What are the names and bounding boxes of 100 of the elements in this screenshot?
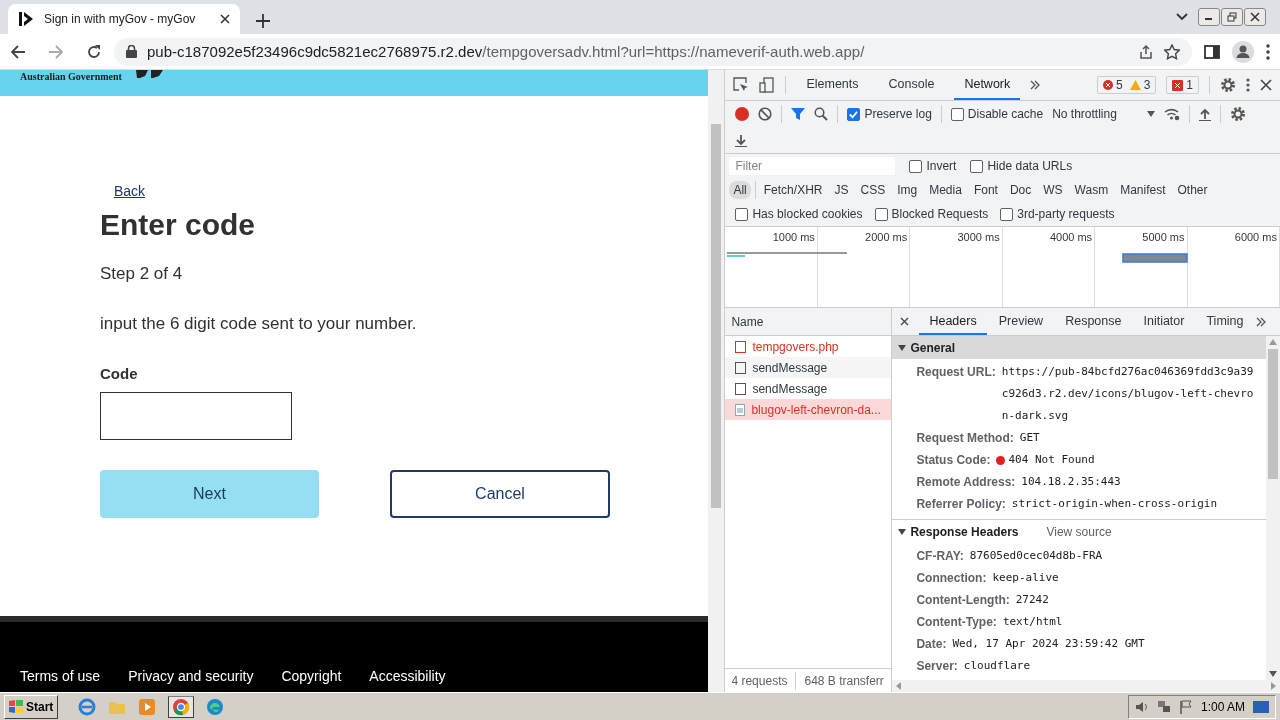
type-filter-chip[interactable]: Doc <box>1005 181 1036 199</box>
checkbox[interactable] <box>970 159 984 173</box>
network-icon[interactable] <box>1156 699 1171 714</box>
star-icon[interactable] <box>1164 43 1180 60</box>
header-name: Content-Length: <box>916 592 1010 609</box>
checkbox[interactable] <box>909 159 923 173</box>
type-filter-chip[interactable]: CSS <box>856 181 890 199</box>
flag-icon[interactable] <box>1178 699 1193 714</box>
more-menu-icon[interactable] <box>1266 43 1270 60</box>
filter-icon[interactable] <box>791 107 806 121</box>
footer-link[interactable]: Copyright <box>281 668 342 684</box>
search-icon[interactable] <box>814 107 829 121</box>
upload-icon[interactable] <box>1198 107 1211 121</box>
throttling-dropdown[interactable]: No throttling <box>1052 107 1155 121</box>
chevron-down-icon[interactable] <box>1176 13 1188 21</box>
close-icon[interactable] <box>1260 79 1272 91</box>
type-filter-chip[interactable]: Wasm <box>1070 181 1113 199</box>
close-button[interactable] <box>1244 8 1266 26</box>
checkbox[interactable] <box>735 207 749 221</box>
browser-e-icon[interactable] <box>78 697 97 716</box>
cancel-button[interactable]: Cancel <box>390 470 610 518</box>
reload-icon[interactable] <box>86 43 102 60</box>
type-filter-chip[interactable]: Media <box>925 181 966 199</box>
side-panel-icon[interactable] <box>1204 43 1220 60</box>
device-icon[interactable] <box>759 77 776 93</box>
crest-icon <box>135 70 164 78</box>
new-tab-icon[interactable] <box>256 14 270 28</box>
section-title[interactable]: Response Headers <box>910 524 1019 539</box>
back-link[interactable]: Back <box>114 183 146 199</box>
speaker-icon[interactable] <box>1134 699 1149 714</box>
wifi-settings-icon[interactable] <box>1163 107 1180 121</box>
detail-tab[interactable]: Initiator <box>1133 308 1195 335</box>
request-count: 4 requests <box>731 673 788 688</box>
header-name: Date: <box>916 636 947 653</box>
share-icon[interactable] <box>1138 43 1154 60</box>
footer-link[interactable]: Accessibility <box>369 668 446 684</box>
request-row[interactable]: sendMessage <box>725 357 892 378</box>
request-row[interactable]: blugov-left-chevron-da... <box>725 399 892 420</box>
expand-triangle-icon[interactable] <box>898 343 907 352</box>
detail-tab[interactable]: Response <box>1055 308 1132 335</box>
type-filter-chip[interactable]: Font <box>969 181 1002 199</box>
close-icon[interactable] <box>900 317 910 326</box>
minimize-button[interactable] <box>1198 8 1220 26</box>
inspect-icon[interactable] <box>733 77 750 93</box>
close-icon <box>1250 12 1260 22</box>
record-icon[interactable] <box>735 107 750 121</box>
devtools-tab[interactable]: Elements <box>796 70 869 100</box>
request-row[interactable]: tempgovers.php <box>725 336 892 357</box>
close-icon[interactable] <box>220 14 230 24</box>
checkbox[interactable] <box>1000 207 1014 221</box>
type-filter-chip[interactable]: Img <box>893 181 922 199</box>
type-filter-chip[interactable]: JS <box>830 181 853 199</box>
edge-icon[interactable] <box>206 697 225 716</box>
next-button[interactable]: Next <box>100 470 319 518</box>
type-filter-chip[interactable]: Manifest <box>1116 181 1170 199</box>
type-filter-chip[interactable]: All <box>729 181 751 199</box>
settings-icon[interactable] <box>1229 106 1246 122</box>
column-header[interactable]: Name <box>731 314 764 329</box>
checkbox[interactable] <box>874 207 888 221</box>
profile-icon[interactable] <box>1232 40 1254 63</box>
scrollbar[interactable] <box>708 70 725 692</box>
address-bar[interactable]: pub-c187092e5f23496c9dc5821ec2768975.r2.dev/tempgoversadv.html?url=https://nameverif-auth.web.app/ <box>114 37 1192 66</box>
clear-icon[interactable] <box>758 107 773 121</box>
expand-triangle-icon[interactable] <box>898 527 907 536</box>
media-player-icon[interactable] <box>138 697 157 716</box>
checkbox-label: Preserve log <box>864 107 932 121</box>
start-button[interactable]: Start <box>4 694 59 719</box>
devtools-tab[interactable]: Console <box>878 70 945 100</box>
code-input-field[interactable] <box>100 392 292 440</box>
more-menu-icon[interactable] <box>1246 78 1250 92</box>
footer-link[interactable]: Terms of use <box>20 668 101 684</box>
more-tabs-icon[interactable] <box>1030 80 1041 90</box>
error-warning-badge[interactable]: 5 3 <box>1096 76 1157 94</box>
more-tabs-icon[interactable] <box>1255 316 1266 327</box>
request-row[interactable]: sendMessage <box>725 378 892 399</box>
chrome-icon[interactable] <box>168 695 195 718</box>
footer-link[interactable]: Privacy and security <box>128 668 254 684</box>
view-source-link[interactable]: View source <box>1046 524 1112 539</box>
play-logo-icon <box>18 11 34 27</box>
checkbox[interactable] <box>847 107 861 121</box>
settings-icon[interactable] <box>1220 77 1236 93</box>
scroll-down-icon[interactable] <box>1269 671 1277 677</box>
detail-tab[interactable]: Timing <box>1196 308 1254 335</box>
scrollbar[interactable] <box>1266 336 1280 680</box>
section-title[interactable]: General <box>910 340 956 355</box>
detail-tab[interactable]: Preview <box>988 308 1054 335</box>
issues-badge[interactable]: 1 <box>1166 76 1199 94</box>
filter-input-field[interactable]: Filter <box>729 157 896 175</box>
type-filter-chip[interactable]: WS <box>1039 181 1067 199</box>
browser-tab[interactable]: Sign in with myGov - myGov <box>8 4 240 34</box>
type-filter-chip[interactable]: Other <box>1173 181 1212 199</box>
download-icon[interactable] <box>735 133 748 147</box>
desktop-icon[interactable] <box>1253 699 1269 714</box>
type-filter-chip[interactable]: Fetch/XHR <box>759 181 827 199</box>
timeline-tick-label: 6000 ms <box>1234 231 1277 243</box>
back-icon[interactable] <box>10 43 26 60</box>
government-name: Australian Government <box>20 71 122 82</box>
timeline-tick-label: 2000 ms <box>865 231 908 243</box>
checkbox[interactable] <box>950 107 964 121</box>
restore-button[interactable] <box>1221 8 1243 26</box>
